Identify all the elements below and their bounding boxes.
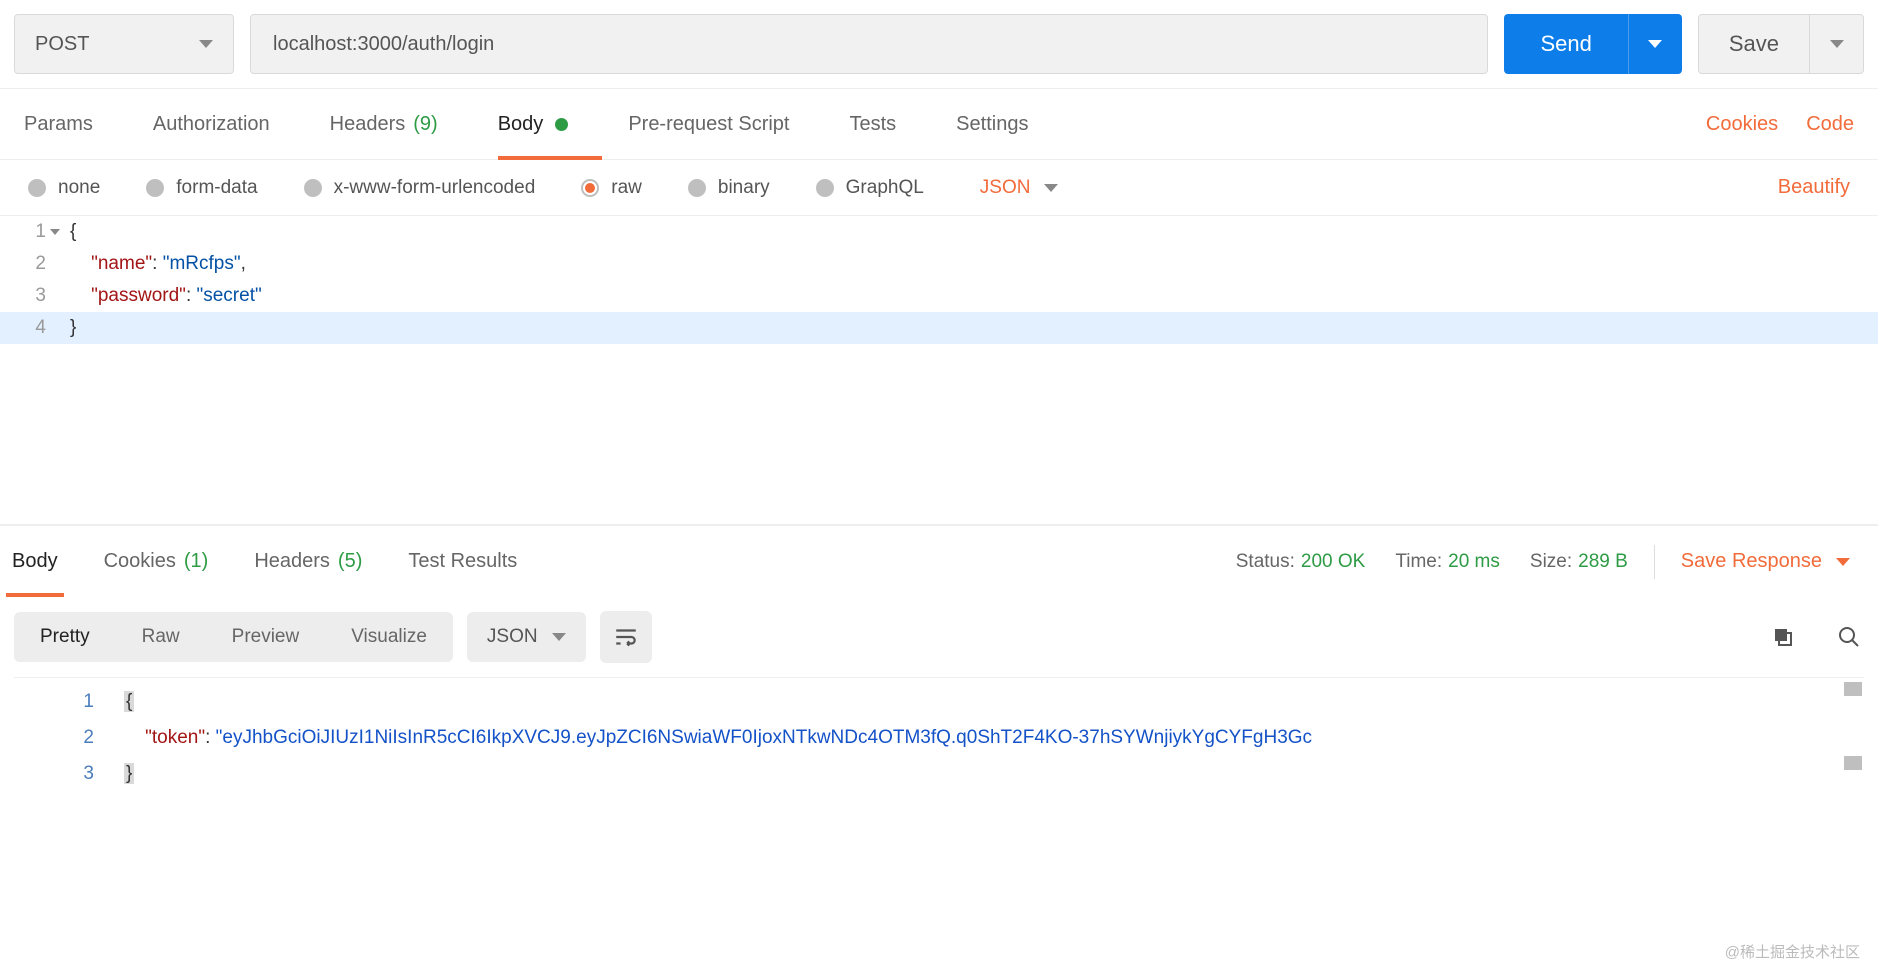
chevron-down-icon [1044,184,1058,192]
line-number: 3 [14,756,124,792]
tab-params[interactable]: Params [24,89,93,159]
divider [1654,545,1655,579]
resp-tab-cookies[interactable]: Cookies(1) [102,526,211,597]
search-icon [1837,625,1861,649]
response-time: Time:20 ms [1395,551,1500,573]
request-url-value: localhost:3000/auth/login [273,33,494,56]
tab-settings[interactable]: Settings [956,89,1028,159]
radio-icon [28,179,46,197]
resp-headers-count: (5) [338,550,362,573]
resp-tab-test-results[interactable]: Test Results [406,526,519,597]
resp-cookies-count: (1) [184,550,208,573]
line-number: 2 [14,720,124,756]
body-type-row: none form-data x-www-form-urlencoded raw… [0,160,1878,216]
dot-indicator-icon [555,118,568,131]
request-body-editor[interactable]: 1{ 2 "name": "mRcfps", 3 "password": "se… [0,216,1878,525]
search-response-button[interactable] [1834,622,1864,652]
chevron-down-icon [1836,558,1850,566]
scrollbar-thumb[interactable] [1844,682,1862,696]
response-view-segment: Pretty Raw Preview Visualize [14,612,453,662]
chevron-down-icon [1648,40,1662,48]
line-number: 1 [0,216,56,248]
response-toolbar: Pretty Raw Preview Visualize JSON [0,597,1878,677]
send-button[interactable]: Send [1504,14,1681,74]
radio-icon [304,179,322,197]
save-response-button[interactable]: Save Response [1681,550,1850,573]
chevron-down-icon [199,40,213,48]
view-preview[interactable]: Preview [206,612,326,662]
line-number: 2 [0,248,56,280]
tab-headers[interactable]: Headers(9) [330,89,438,159]
radio-icon [816,179,834,197]
line-number: 4 [0,312,56,344]
http-method-value: POST [35,33,89,56]
chevron-down-icon [1830,40,1844,48]
response-language-select[interactable]: JSON [467,612,586,662]
line-number: 3 [0,280,56,312]
body-language-select[interactable]: JSON [980,177,1059,199]
resp-tab-headers[interactable]: Headers(5) [252,526,364,597]
body-type-form-data[interactable]: form-data [146,177,257,199]
response-status: Status:200 OK [1236,551,1366,573]
chevron-down-icon [552,633,566,641]
tab-prerequest[interactable]: Pre-request Script [628,89,789,159]
radio-icon [688,179,706,197]
beautify-link[interactable]: Beautify [1778,176,1850,199]
code-link[interactable]: Code [1806,113,1854,136]
send-button-label: Send [1504,31,1627,57]
view-pretty[interactable]: Pretty [14,612,116,662]
body-type-graphql[interactable]: GraphQL [816,177,924,199]
save-button-dropdown[interactable] [1809,15,1863,73]
request-url-input[interactable]: localhost:3000/auth/login [250,14,1488,74]
save-button[interactable]: Save [1698,14,1864,74]
response-bar: Body Cookies(1) Headers(5) Test Results … [0,525,1878,597]
resp-tab-body[interactable]: Body [10,526,60,597]
response-body-editor[interactable]: 1{ 2 "token": "eyJhbGciOiJIUzI1NiIsInR5c… [14,677,1864,822]
radio-selected-icon [581,179,599,197]
tab-body[interactable]: Body [498,89,569,159]
body-type-raw[interactable]: raw [581,177,642,199]
view-visualize[interactable]: Visualize [325,612,453,662]
copy-response-button[interactable] [1768,622,1798,652]
wrap-lines-button[interactable] [600,611,652,663]
body-type-binary[interactable]: binary [688,177,770,199]
watermark: @稀土掘金技术社区 [1725,941,1860,962]
view-raw[interactable]: Raw [116,612,206,662]
copy-icon [1771,625,1795,649]
save-button-label: Save [1699,31,1809,57]
http-method-select[interactable]: POST [14,14,234,74]
body-type-none[interactable]: none [28,177,100,199]
body-type-urlencoded[interactable]: x-www-form-urlencoded [304,177,536,199]
request-bar: POST localhost:3000/auth/login Send Save [0,0,1878,88]
response-size: Size:289 B [1530,551,1628,573]
tab-authorization[interactable]: Authorization [153,89,270,159]
line-number: 1 [14,684,124,720]
send-button-dropdown[interactable] [1628,14,1682,74]
headers-count: (9) [413,113,437,136]
wrap-icon [613,624,639,650]
cookies-link[interactable]: Cookies [1706,113,1778,136]
tab-tests[interactable]: Tests [849,89,896,159]
scrollbar-thumb[interactable] [1844,756,1862,770]
request-tabs: Params Authorization Headers(9) Body Pre… [0,88,1878,160]
radio-icon [146,179,164,197]
